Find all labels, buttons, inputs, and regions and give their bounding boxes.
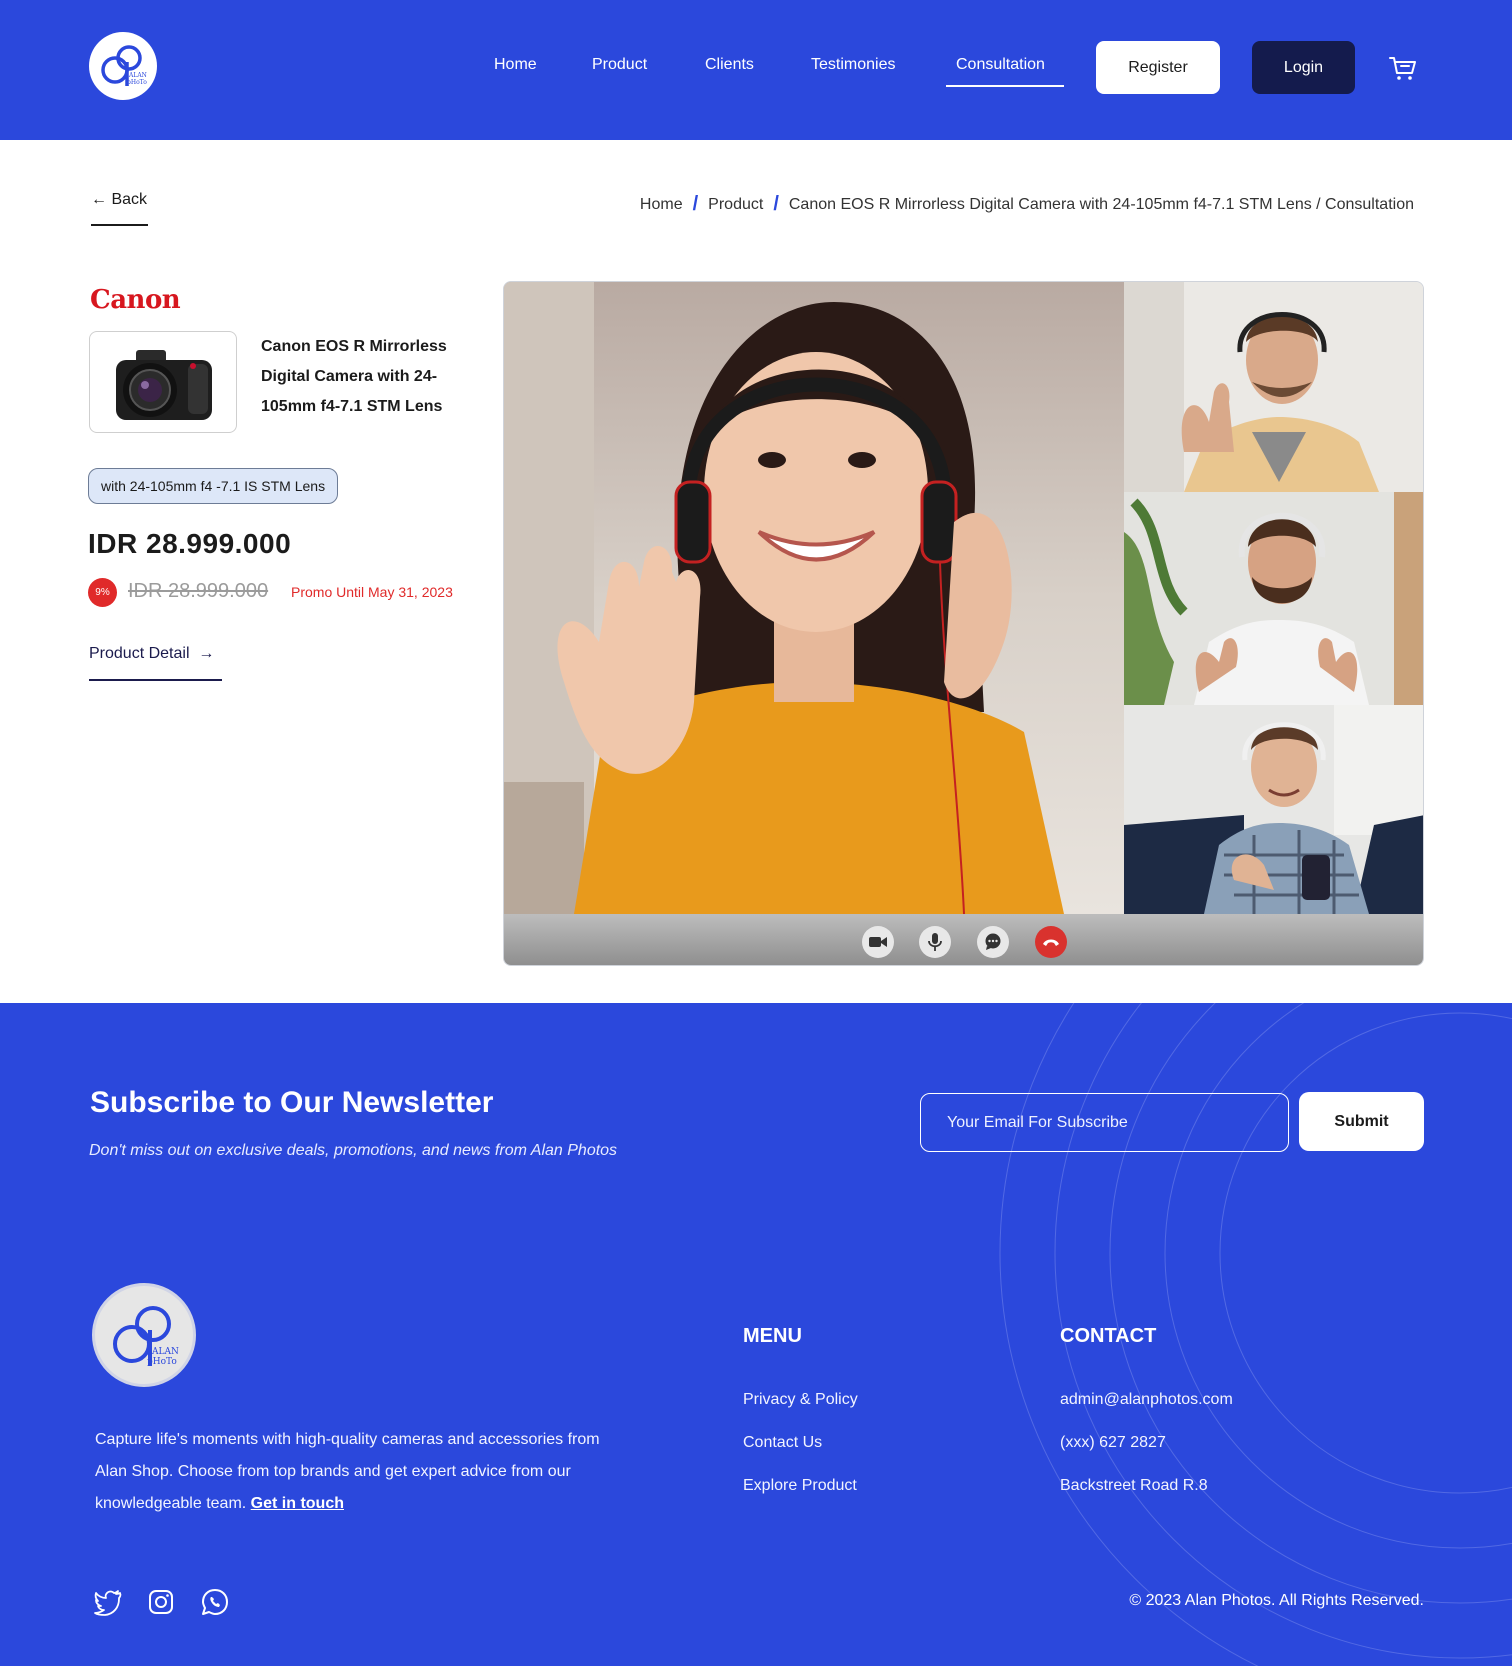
breadcrumb-separator: / <box>773 193 779 215</box>
breadcrumb-product[interactable]: Product <box>708 196 763 214</box>
menu-explore-link[interactable]: Explore Product <box>743 1477 857 1495</box>
get-in-touch-link[interactable]: Get in touch <box>251 1495 344 1512</box>
breadcrumb-current: Canon EOS R Mirrorless Digital Camera wi… <box>788 195 1414 213</box>
back-underline <box>91 224 148 226</box>
product-thumbnail[interactable] <box>89 331 237 433</box>
cart-icon[interactable] <box>1388 53 1418 83</box>
newsletter-email-input[interactable] <box>920 1093 1289 1152</box>
login-button[interactable]: Login <box>1252 41 1355 94</box>
nav-active-indicator <box>946 85 1064 87</box>
menu-privacy-link[interactable]: Privacy & Policy <box>743 1391 858 1409</box>
camera-image-icon <box>116 350 212 420</box>
product-detail-link[interactable]: Product Detail → <box>89 645 214 663</box>
canon-logo: Canon <box>90 285 181 315</box>
participant-video-1 <box>1124 282 1423 492</box>
product-name: Canon EOS R Mirrorless Digital Camera wi… <box>261 338 447 415</box>
nav-testimonies[interactable]: Testimonies <box>811 56 895 74</box>
svg-text:ALAN: ALAN <box>128 72 147 79</box>
breadcrumb-home[interactable]: Home <box>640 196 683 214</box>
svg-text:pHoTo: pHoTo <box>127 79 147 86</box>
product-detail-label: Product Detail <box>89 645 190 662</box>
breadcrumb: Home / Product / Canon EOS R Mirrorless … <box>640 193 1414 216</box>
main-participant-video <box>504 282 1124 914</box>
menu-title: MENU <box>743 1325 802 1347</box>
footer-logo[interactable]: ALAN pHoTo <box>92 1283 196 1387</box>
logo-mark-icon: ALAN pHoTo <box>113 1306 179 1367</box>
nav-clients[interactable]: Clients <box>705 56 754 74</box>
arrow-right-icon: → <box>193 645 215 662</box>
participant-video-2 <box>1124 492 1423 705</box>
alan-photo-logo[interactable]: ALAN pHoTo <box>89 32 157 100</box>
instagram-icon[interactable] <box>146 1587 176 1617</box>
back-link[interactable]: ← Back <box>91 191 147 209</box>
nav-consultation[interactable]: Consultation <box>956 56 1045 74</box>
top-navbar: ALAN pHoTo Home Product Clients Testimon… <box>0 0 1512 140</box>
svg-text:pHoTo: pHoTo <box>147 1357 177 1367</box>
microphone-icon[interactable] <box>919 926 951 958</box>
newsletter-subtitle: Don't miss out on exclusive deals, promo… <box>89 1142 618 1159</box>
contact-address: Backstreet Road R.8 <box>1060 1477 1208 1494</box>
contact-phone[interactable]: (xxx) 627 2827 <box>1060 1434 1166 1452</box>
twitter-icon[interactable] <box>93 1587 123 1617</box>
original-price: IDR 28.999.000 <box>128 580 269 602</box>
contact-title: CONTACT <box>1060 1325 1157 1347</box>
product-detail-underline <box>89 679 222 681</box>
discount-badge: 9% <box>88 578 117 607</box>
nav-product[interactable]: Product <box>592 56 647 74</box>
menu-contact-link[interactable]: Contact Us <box>743 1434 822 1452</box>
footer-description-text: Capture life's moments with high-quality… <box>95 1431 600 1512</box>
contact-email[interactable]: admin@alanphotos.com <box>1060 1391 1233 1409</box>
end-call-icon[interactable] <box>1035 926 1067 958</box>
breadcrumb-separator: / <box>692 193 699 215</box>
promo-text: Promo Until May 31, 2023 <box>291 584 453 600</box>
newsletter-submit-button[interactable]: Submit <box>1299 1092 1424 1151</box>
variant-chip[interactable]: with 24-105mm f4 -7.1 IS STM Lens <box>88 468 339 504</box>
nav-home[interactable]: Home <box>494 56 537 74</box>
call-controls-bar <box>504 914 1423 965</box>
footer-description: Capture life's moments with high-quality… <box>95 1424 615 1520</box>
footer: Subscribe to Our Newsletter Don't miss o… <box>0 1003 1512 1666</box>
arrow-left-icon: ← <box>91 191 107 208</box>
chat-icon[interactable] <box>977 926 1009 958</box>
back-label: Back <box>111 191 148 208</box>
copyright-text: © 2023 Alan Photos. All Rights Reserved. <box>1129 1592 1424 1609</box>
participant-video-3 <box>1124 705 1423 914</box>
svg-text:ALAN: ALAN <box>151 1347 179 1357</box>
product-price: IDR 28.999.000 <box>88 528 292 559</box>
video-call-window <box>503 281 1424 966</box>
video-camera-icon[interactable] <box>862 926 894 958</box>
logo-mark-icon: ALAN pHoTo <box>101 45 147 86</box>
newsletter-title: Subscribe to Our Newsletter <box>90 1086 494 1119</box>
whatsapp-icon[interactable] <box>200 1587 230 1617</box>
register-button[interactable]: Register <box>1096 41 1220 94</box>
